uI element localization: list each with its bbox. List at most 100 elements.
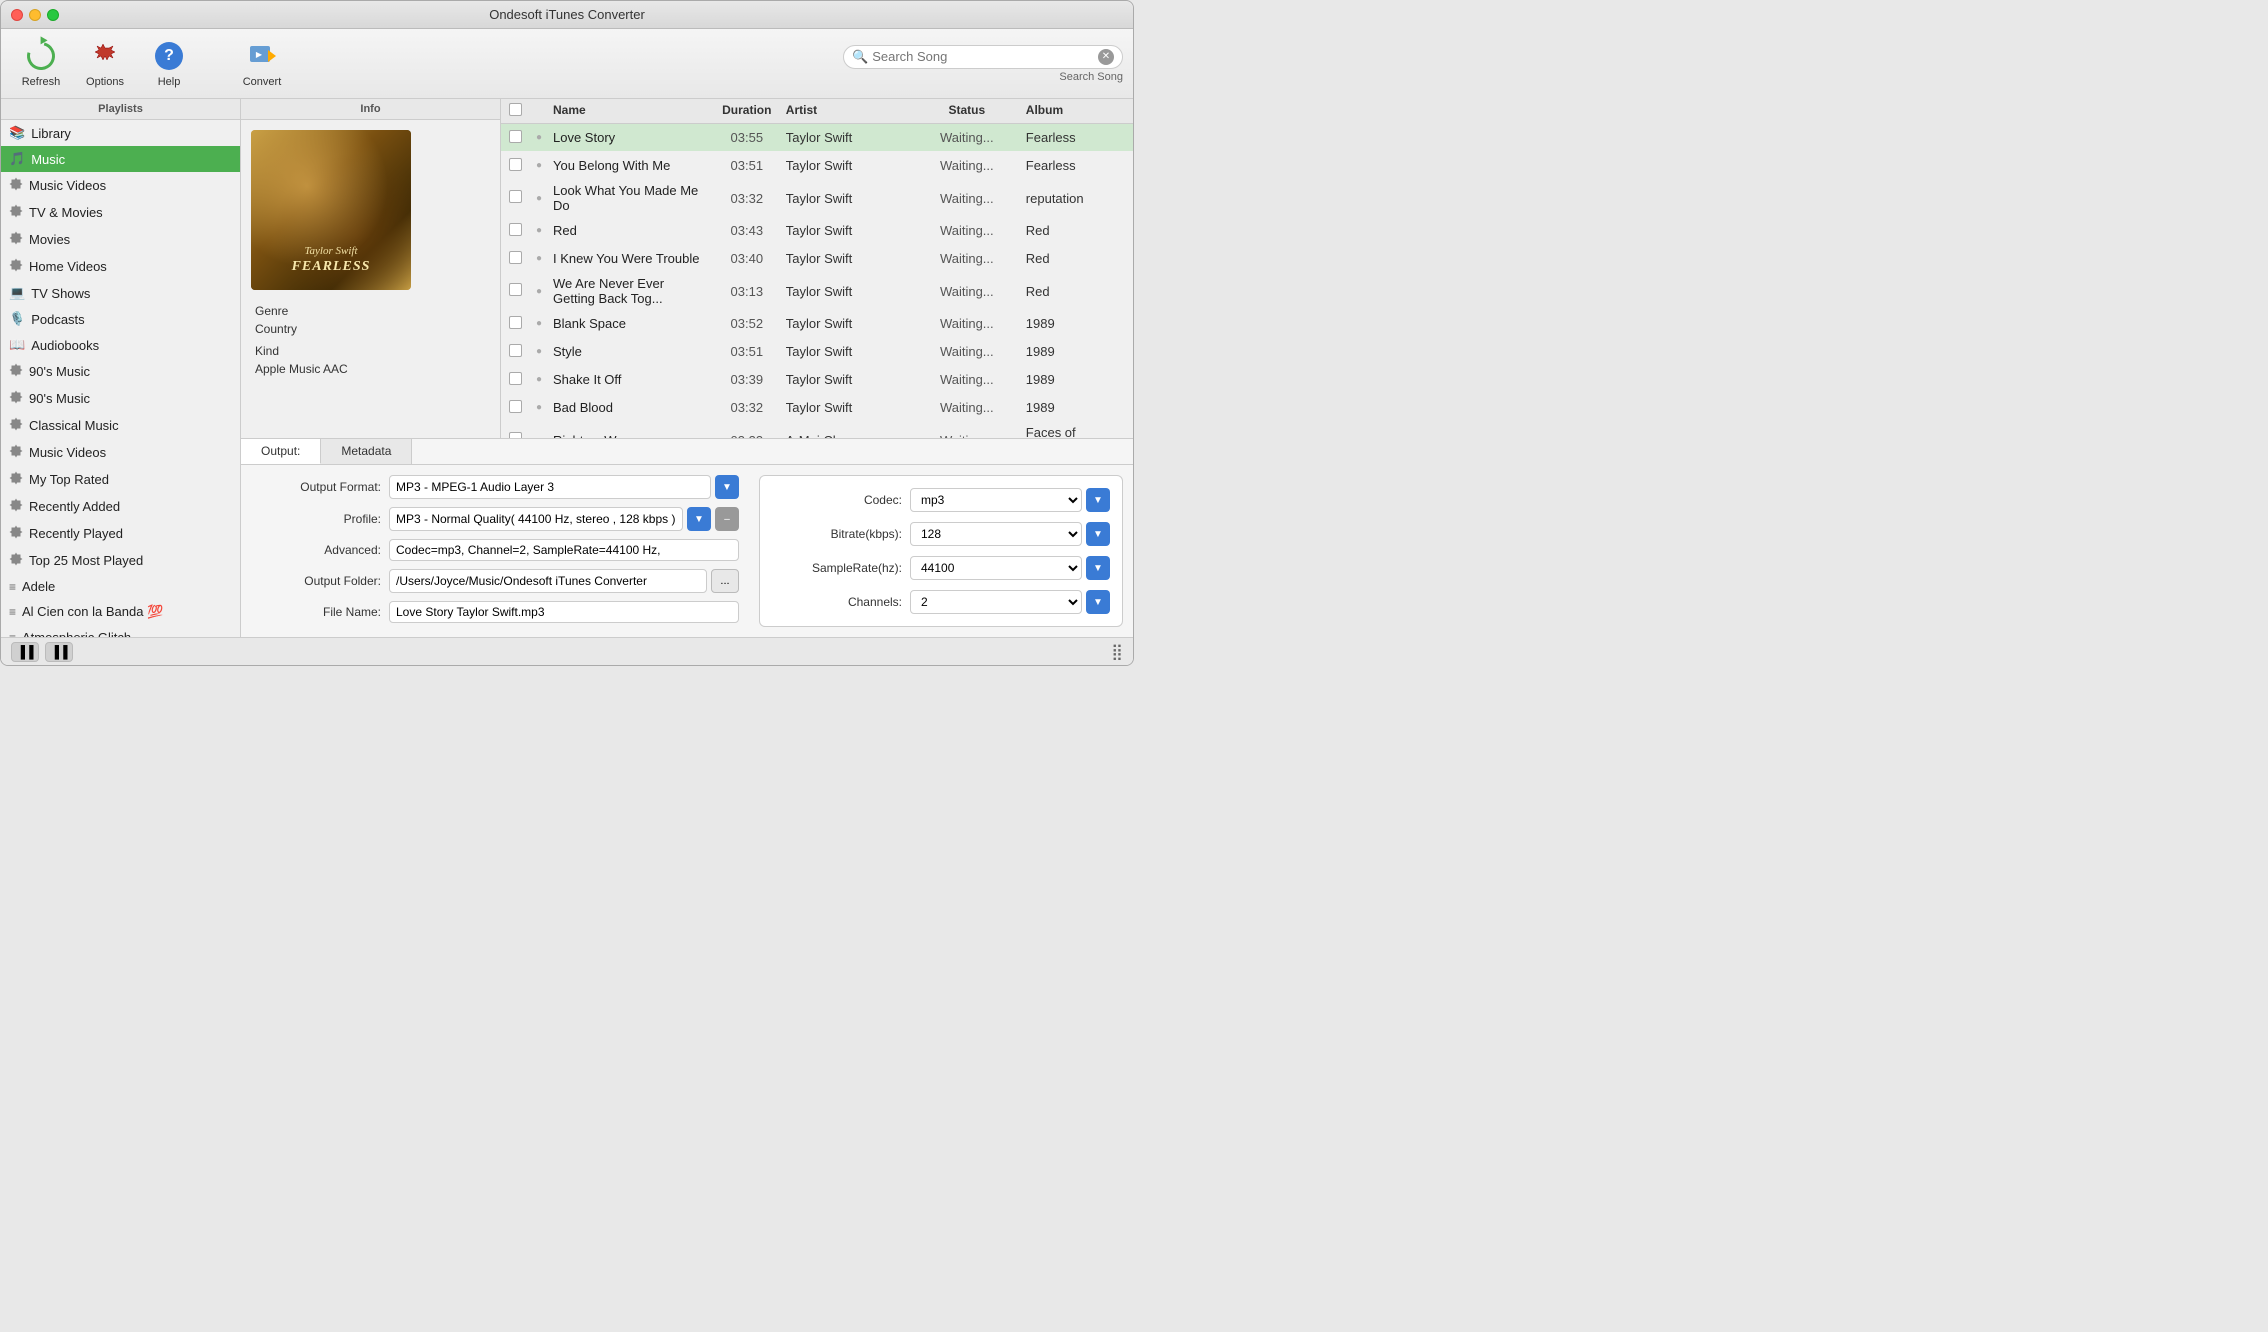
- sidebar-item-top-25[interactable]: Top 25 Most Played: [1, 547, 240, 574]
- output-format-select[interactable]: MP3 - MPEG-1 Audio Layer 3: [389, 475, 711, 499]
- minimize-button[interactable]: [29, 9, 41, 21]
- sidebar-item-recently-added[interactable]: Recently Added: [1, 493, 240, 520]
- table-row[interactable]: ● Blank Space 03:52 Taylor Swift Waiting…: [501, 310, 1133, 338]
- convert-icon: ▶: [246, 40, 278, 72]
- file-name-input[interactable]: [389, 601, 739, 623]
- sidebar-item-90s-music2[interactable]: 90's Music: [1, 385, 240, 412]
- samplerate-row: SampleRate(hz): 44100 ▼: [772, 556, 1110, 580]
- genre-value: Country: [255, 322, 348, 336]
- search-clear-button[interactable]: ✕: [1098, 49, 1114, 65]
- row-checkbox[interactable]: [501, 223, 529, 239]
- tab-metadata[interactable]: Metadata: [321, 439, 412, 464]
- sidebar-item-music-videos[interactable]: Music Videos: [1, 172, 240, 199]
- table-row[interactable]: ● Right as Wrong 03:33 A-Mei Chang Waiti…: [501, 422, 1133, 438]
- samplerate-arrow[interactable]: ▼: [1086, 556, 1110, 580]
- search-icon: 🔍: [852, 49, 868, 65]
- table-row[interactable]: ● Bad Blood 03:32 Taylor Swift Waiting..…: [501, 394, 1133, 422]
- channels-arrow[interactable]: ▼: [1086, 590, 1110, 614]
- row-checkbox[interactable]: [501, 316, 529, 332]
- gear-icon-90s-music1: [9, 363, 23, 380]
- row-checkbox[interactable]: [501, 283, 529, 299]
- list-icon: ≡: [9, 580, 16, 594]
- row-duration: 03:40: [712, 251, 782, 266]
- table-row[interactable]: ● Style 03:51 Taylor Swift Waiting... 19…: [501, 338, 1133, 366]
- maximize-button[interactable]: [47, 9, 59, 21]
- sidebar-item-al-cien[interactable]: ≡Al Cien con la Banda 💯: [1, 599, 240, 625]
- row-checkbox[interactable]: [501, 158, 529, 174]
- sidebar-item-label: 90's Music: [29, 364, 90, 379]
- table-row[interactable]: ● Red 03:43 Taylor Swift Waiting... Red: [501, 217, 1133, 245]
- channels-row: Channels: 2 ▼: [772, 590, 1110, 614]
- table-row[interactable]: ● Shake It Off 03:39 Taylor Swift Waitin…: [501, 366, 1133, 394]
- bitrate-arrow[interactable]: ▼: [1086, 522, 1110, 546]
- tab-output[interactable]: Output:: [241, 439, 321, 464]
- profile-minus[interactable]: –: [715, 507, 739, 531]
- search-label: Search Song: [1059, 71, 1123, 83]
- row-checkbox[interactable]: [501, 344, 529, 360]
- table-row[interactable]: ● I Knew You Were Trouble 03:40 Taylor S…: [501, 245, 1133, 273]
- bottom-panel: Output: Metadata Output Format: MP3 - MP…: [241, 438, 1133, 637]
- row-checkbox[interactable]: [501, 190, 529, 206]
- sidebar-item-audiobooks[interactable]: 📖Audiobooks: [1, 332, 240, 358]
- row-checkbox[interactable]: [501, 400, 529, 416]
- table-header: Name Duration Artist Status Album: [501, 99, 1133, 124]
- bitrate-select[interactable]: 128: [910, 522, 1082, 546]
- close-button[interactable]: [11, 9, 23, 21]
- sidebar-item-recently-played[interactable]: Recently Played: [1, 520, 240, 547]
- resize-grip[interactable]: ⣿: [1111, 642, 1123, 662]
- pause-button[interactable]: ▐▐: [45, 642, 73, 662]
- sidebar-item-my-top-rated[interactable]: My Top Rated: [1, 466, 240, 493]
- table-row[interactable]: ● You Belong With Me 03:51 Taylor Swift …: [501, 152, 1133, 180]
- row-artist: Taylor Swift: [782, 191, 912, 206]
- search-input[interactable]: [872, 49, 1094, 64]
- select-all-checkbox[interactable]: [509, 103, 522, 116]
- row-checkbox[interactable]: [501, 130, 529, 146]
- window-controls: [11, 9, 59, 21]
- convert-button[interactable]: ▶ Convert: [227, 35, 297, 93]
- sidebar-item-tv-shows[interactable]: 💻TV Shows: [1, 280, 240, 306]
- table-row[interactable]: ● Love Story 03:55 Taylor Swift Waiting.…: [501, 124, 1133, 152]
- sidebar-item-label: 90's Music: [29, 391, 90, 406]
- th-duration: Duration: [712, 103, 782, 119]
- refresh-label: Refresh: [22, 76, 61, 88]
- row-status: Waiting...: [912, 251, 1022, 266]
- output-folder-input[interactable]: [389, 569, 707, 593]
- bottom-body: Output Format: MP3 - MPEG-1 Audio Layer …: [241, 465, 1133, 637]
- profile-select[interactable]: MP3 - Normal Quality( 44100 Hz, stereo ,…: [389, 507, 683, 531]
- play-button[interactable]: ▐▐: [11, 642, 39, 662]
- options-icon: [89, 40, 121, 72]
- profile-row: Profile: MP3 - Normal Quality( 44100 Hz,…: [251, 507, 739, 531]
- sidebar-item-movies[interactable]: Movies: [1, 226, 240, 253]
- th-name: Name: [549, 103, 712, 119]
- options-button[interactable]: Options: [75, 35, 135, 93]
- sidebar-item-classical-music[interactable]: Classical Music: [1, 412, 240, 439]
- profile-arrow[interactable]: ▼: [687, 507, 711, 531]
- sidebar-item-music-videos2[interactable]: Music Videos: [1, 439, 240, 466]
- advanced-input[interactable]: [389, 539, 739, 561]
- refresh-button[interactable]: Refresh: [11, 35, 71, 93]
- sidebar-item-label: TV & Movies: [29, 205, 103, 220]
- sidebar-item-library[interactable]: 📚Library: [1, 120, 240, 146]
- row-checkbox[interactable]: [501, 372, 529, 388]
- row-checkbox[interactable]: [501, 251, 529, 267]
- sidebar-item-atmospheric-glitch[interactable]: ≡Atmospheric Glitch: [1, 625, 240, 637]
- output-format-arrow[interactable]: ▼: [715, 475, 739, 499]
- codec-select[interactable]: mp3: [910, 488, 1082, 512]
- table-row[interactable]: ● Look What You Made Me Do 03:32 Taylor …: [501, 180, 1133, 217]
- sidebar-item-tv-movies[interactable]: TV & Movies: [1, 199, 240, 226]
- table-row[interactable]: ● We Are Never Ever Getting Back Tog... …: [501, 273, 1133, 310]
- toolbar: Refresh Options ? Help ▶: [1, 29, 1133, 99]
- sidebar-item-adele[interactable]: ≡Adele: [1, 574, 240, 599]
- browse-button[interactable]: ...: [711, 569, 739, 593]
- channels-select[interactable]: 2: [910, 590, 1082, 614]
- main-content: Playlists 📚Library🎵MusicMusic VideosTV &…: [1, 99, 1133, 637]
- sidebar-item-music[interactable]: 🎵Music: [1, 146, 240, 172]
- sidebar-item-90s-music1[interactable]: 90's Music: [1, 358, 240, 385]
- help-button[interactable]: ? Help: [139, 35, 199, 93]
- codec-arrow[interactable]: ▼: [1086, 488, 1110, 512]
- row-duration: 03:13: [712, 284, 782, 299]
- sidebar-item-podcasts[interactable]: 🎙️Podcasts: [1, 306, 240, 332]
- samplerate-select[interactable]: 44100: [910, 556, 1082, 580]
- channels-label: Channels:: [772, 595, 902, 609]
- sidebar-item-home-videos[interactable]: Home Videos: [1, 253, 240, 280]
